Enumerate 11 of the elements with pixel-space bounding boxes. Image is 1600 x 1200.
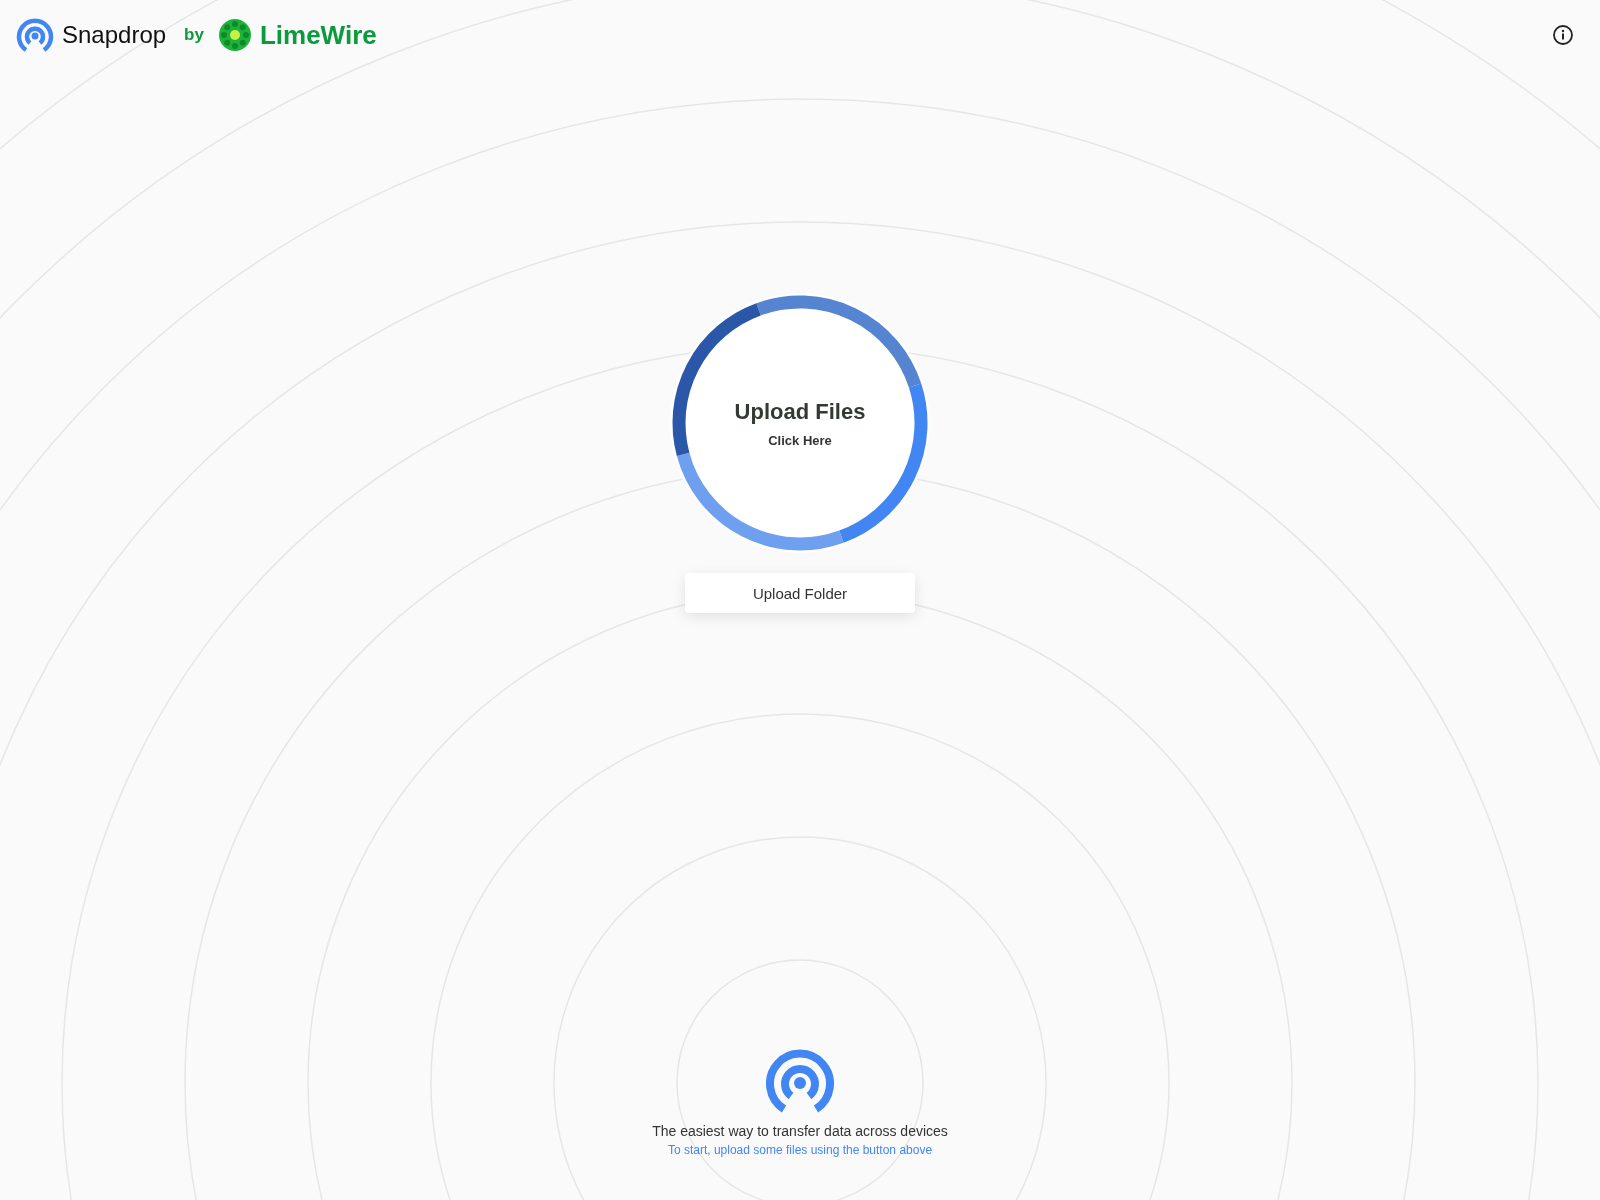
upload-files-button[interactable]: Upload Files Click Here <box>670 293 930 553</box>
partner-name: LimeWire <box>259 19 377 51</box>
info-button[interactable] <box>1550 22 1576 48</box>
broadcast-icon <box>16 17 54 53</box>
brand-name: Snapdrop <box>62 21 167 49</box>
broadcast-icon <box>766 1049 834 1113</box>
lime-flower-icon <box>217 18 252 52</box>
tagline: The easiest way to transfer data across devices <box>652 1123 948 1139</box>
by-label: by <box>184 25 204 45</box>
hint-text: To start, upload some files using the button above <box>667 1143 933 1157</box>
upload-folder-button[interactable]: Upload Folder <box>685 573 915 613</box>
